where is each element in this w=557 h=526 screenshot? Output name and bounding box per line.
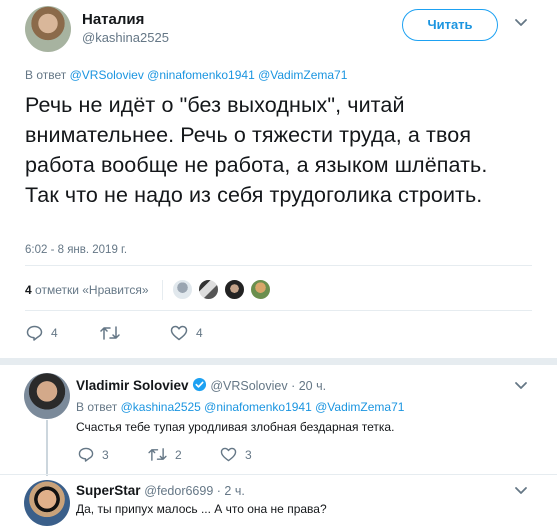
reply-context: В ответ @VRSoloviev @ninafomenko1941 @Va…	[25, 68, 347, 82]
reply-text: Да, ты припух малось ... А что она не пр…	[76, 502, 327, 516]
author-handle[interactable]: @kashina2525	[82, 30, 169, 45]
heart-icon	[220, 447, 237, 462]
reply-count: 3	[102, 447, 109, 462]
like-count: 4	[196, 326, 203, 340]
chevron-down-icon[interactable]	[514, 486, 528, 496]
divider	[0, 474, 557, 475]
likes-label: отметки «Нравится»	[35, 283, 149, 297]
reply-mentions[interactable]: @kashina2525 @ninafomenko1941 @VadimZema…	[121, 400, 405, 414]
verified-icon	[192, 377, 207, 395]
reply-prefix: В ответ	[76, 400, 118, 414]
reply-author[interactable]: Vladimir Soloviev @VRSoloviev · 20 ч.	[76, 377, 326, 395]
liker-avatar[interactable]	[172, 279, 193, 300]
reply-author-handle: @VRSoloviev · 20 ч.	[210, 379, 327, 393]
retweet-action[interactable]	[100, 325, 128, 341]
chevron-down-icon[interactable]	[514, 18, 528, 28]
chevron-down-icon[interactable]	[514, 381, 528, 391]
retweet-icon	[100, 325, 120, 341]
like-action[interactable]: 3	[220, 447, 252, 462]
liker-avatar[interactable]	[224, 279, 245, 300]
follow-button[interactable]: Читать	[402, 9, 498, 41]
liker-avatar[interactable]	[250, 279, 271, 300]
heart-icon	[170, 325, 188, 341]
reply-mentions[interactable]: @VRSoloviev @ninafomenko1941 @VadimZema7…	[70, 68, 348, 82]
divider	[25, 265, 532, 266]
tweet-text: Речь не идёт о "без выходных", читай вни…	[25, 93, 488, 207]
like-action[interactable]: 4	[170, 325, 203, 341]
likes-summary[interactable]: 4 отметки «Нравится»	[25, 283, 149, 297]
retweet-count: 2	[175, 447, 182, 462]
reply-action[interactable]: 3	[78, 447, 109, 462]
retweet-action[interactable]: 2	[148, 447, 182, 462]
reply-prefix: В ответ	[25, 68, 67, 82]
reply-icon	[78, 447, 94, 462]
thread-line	[46, 420, 48, 476]
retweet-icon	[148, 447, 167, 462]
liker-avatar[interactable]	[198, 279, 219, 300]
reply-text: Счастья тебе тупая уродливая злобная без…	[76, 420, 395, 434]
divider	[162, 280, 163, 300]
reply-count: 4	[51, 326, 58, 340]
reply-author-name: Vladimir Soloviev	[76, 378, 189, 393]
likes-count: 4	[25, 283, 32, 297]
reply-icon	[26, 325, 43, 341]
reply-avatar[interactable]	[24, 373, 70, 419]
author-name[interactable]: Наталия	[82, 11, 144, 28]
reply-context: В ответ @kashina2525 @ninafomenko1941 @V…	[76, 400, 404, 414]
reply-author-name: SuperStar	[76, 483, 141, 498]
section-divider	[0, 358, 557, 365]
tweet-timestamp[interactable]: 6:02 - 8 янв. 2019 г.	[25, 244, 127, 256]
author-avatar[interactable]	[25, 6, 71, 52]
divider	[25, 310, 532, 311]
reply-author[interactable]: SuperStar @fedor6699 · 2 ч.	[76, 483, 245, 498]
like-count: 3	[245, 447, 252, 462]
reply-author-handle: @fedor6699 · 2 ч.	[144, 484, 245, 498]
reply-avatar[interactable]	[24, 480, 70, 526]
reply-action[interactable]: 4	[26, 325, 58, 341]
